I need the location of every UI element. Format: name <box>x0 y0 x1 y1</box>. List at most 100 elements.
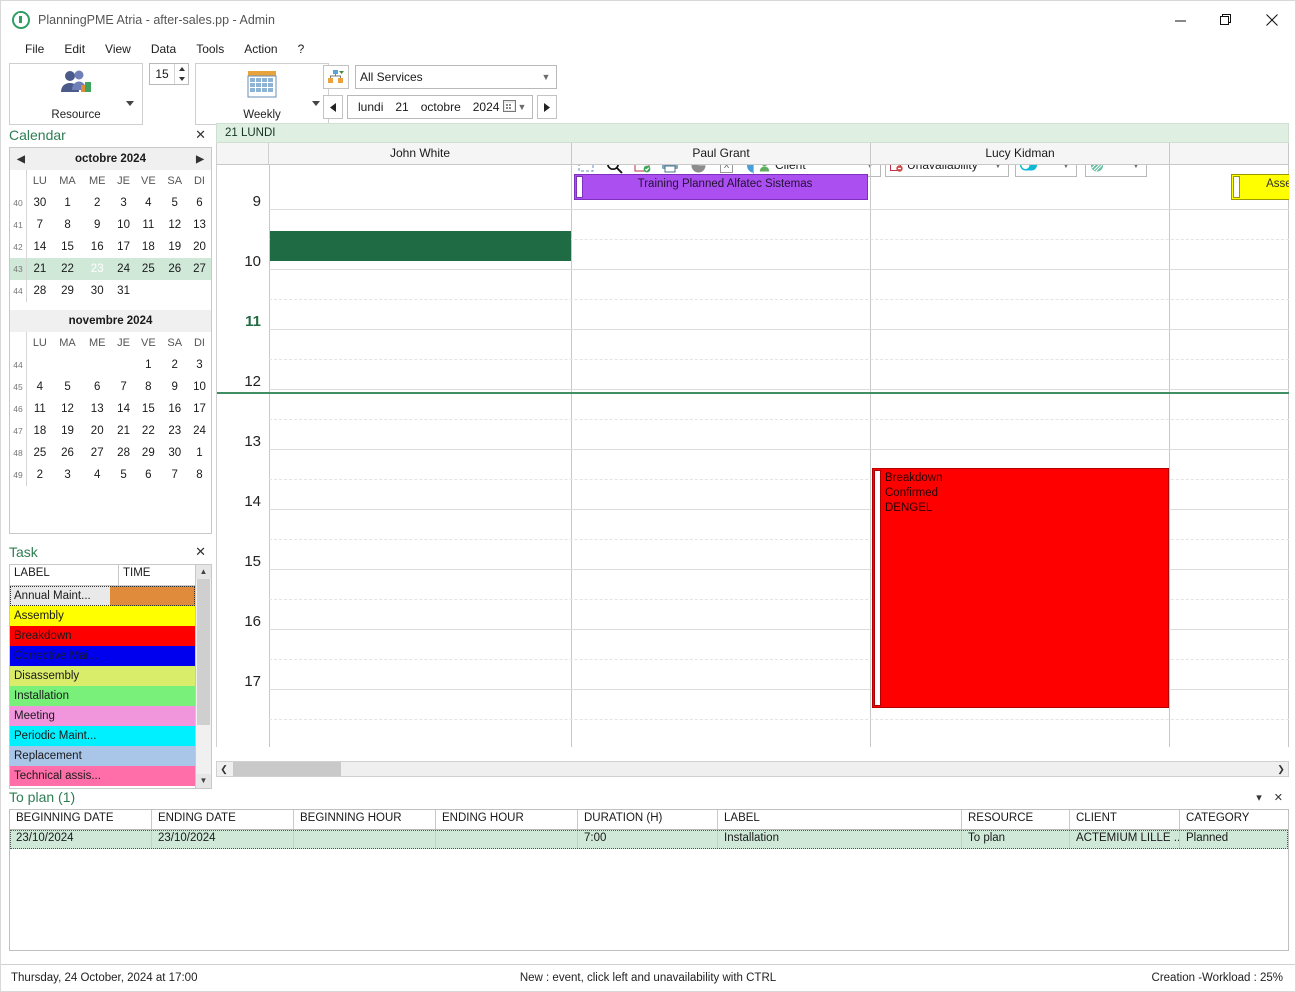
day-cell[interactable]: 6 <box>82 376 112 398</box>
menu-edit[interactable]: Edit <box>54 40 95 58</box>
day-cell[interactable]: 5 <box>112 464 135 486</box>
day-cell[interactable]: 25 <box>135 258 162 280</box>
col-label[interactable]: LABEL <box>718 810 962 829</box>
day-cell[interactable]: 24 <box>188 420 211 442</box>
day-cell[interactable]: 8 <box>135 376 161 398</box>
menu-help[interactable]: ? <box>288 40 315 58</box>
to-plan-collapse-icon[interactable]: ▾ <box>1256 791 1262 804</box>
col-ending-date[interactable]: ENDING DATE <box>152 810 294 829</box>
day-cell[interactable] <box>188 280 211 302</box>
to-plan-close-icon[interactable]: ✕ <box>1274 791 1283 804</box>
day-cell[interactable] <box>82 354 112 376</box>
day-cell[interactable]: 14 <box>112 398 135 420</box>
day-cell[interactable] <box>27 354 53 376</box>
scrollbar-thumb[interactable] <box>233 762 341 776</box>
resource-button[interactable]: Resource <box>10 64 142 124</box>
col-category[interactable]: CATEGORY <box>1180 810 1286 829</box>
row-height-stepper[interactable]: 15 <box>149 63 189 85</box>
day-cell[interactable] <box>135 280 161 302</box>
task-list-item[interactable]: Corrective Mai... <box>10 646 195 666</box>
event-green-block[interactable] <box>270 231 571 261</box>
day-cell[interactable]: 21 <box>112 420 135 442</box>
day-cell[interactable]: 27 <box>82 442 112 464</box>
scroll-right-icon[interactable]: ❯ <box>1274 764 1288 775</box>
day-cell[interactable]: 16 <box>162 398 188 420</box>
day-cell[interactable]: 13 <box>82 398 112 420</box>
day-cell[interactable]: 20 <box>82 420 112 442</box>
day-cell[interactable]: 15 <box>53 236 83 258</box>
day-cell[interactable]: 19 <box>162 236 188 258</box>
day-cell[interactable]: 21 <box>26 258 53 280</box>
task-list-item[interactable]: Installation <box>10 686 195 706</box>
day-cell[interactable]: 26 <box>161 258 188 280</box>
day-cell[interactable]: 29 <box>135 442 161 464</box>
org-filter-icon[interactable] <box>323 65 349 89</box>
day-cell[interactable]: 1 <box>188 442 211 464</box>
day-cell[interactable]: 11 <box>27 398 53 420</box>
day-cell[interactable]: 30 <box>82 280 112 302</box>
day-cell[interactable]: 12 <box>53 398 83 420</box>
task-list-item[interactable]: Meeting <box>10 706 195 726</box>
menu-file[interactable]: File <box>15 40 54 58</box>
task-list-item[interactable]: Assembly <box>10 606 195 626</box>
day-cell[interactable]: 5 <box>53 376 83 398</box>
menu-data[interactable]: Data <box>141 40 186 58</box>
day-cell[interactable]: 8 <box>53 214 83 236</box>
day-cell[interactable]: 10 <box>112 214 135 236</box>
day-cell[interactable]: 7 <box>112 376 135 398</box>
day-cell[interactable]: 12 <box>162 214 188 236</box>
stepper-down-icon[interactable] <box>175 74 188 84</box>
scrollbar-thumb[interactable] <box>197 579 210 725</box>
event-resize-handle[interactable] <box>576 176 583 198</box>
task-panel-close-icon[interactable]: ✕ <box>195 544 206 560</box>
event-resize-handle[interactable] <box>874 470 881 706</box>
event-breakdown[interactable]: Breakdown Confirmed DENGEL <box>872 468 1169 708</box>
day-cell[interactable]: 28 <box>27 280 53 302</box>
task-list-item[interactable]: Replacement <box>10 746 195 766</box>
day-cell[interactable]: 31 <box>112 280 135 302</box>
day-cell[interactable]: 4 <box>27 376 53 398</box>
day-cell[interactable]: 2 <box>162 354 188 376</box>
day-cell[interactable]: 19 <box>53 420 83 442</box>
task-list-item[interactable]: Disassembly <box>10 666 195 686</box>
date-picker[interactable]: lundi 21 octobre 2024 ▼ <box>347 95 533 119</box>
minimize-icon[interactable] <box>1157 1 1203 39</box>
day-cell[interactable]: 18 <box>27 420 53 442</box>
day-cell[interactable]: 9 <box>82 214 112 236</box>
day-cell[interactable]: 3 <box>188 354 211 376</box>
menu-view[interactable]: View <box>95 40 141 58</box>
col-resource[interactable]: RESOURCE <box>962 810 1070 829</box>
task-list-item[interactable]: Annual Maint... <box>10 586 195 606</box>
restore-icon[interactable] <box>1203 1 1249 39</box>
day-cell[interactable]: 30 <box>162 442 188 464</box>
resource-column-lucy-kidman[interactable]: Lucy Kidman <box>871 143 1170 164</box>
menu-action[interactable]: Action <box>234 40 287 58</box>
col-client[interactable]: CLIENT <box>1070 810 1180 829</box>
day-cell[interactable]: 1 <box>53 192 83 214</box>
next-day-button[interactable] <box>537 95 557 119</box>
day-cell[interactable]: 18 <box>135 236 161 258</box>
col-beginning-hour[interactable]: BEGINNING HOUR <box>294 810 436 829</box>
col-ending-hour[interactable]: ENDING HOUR <box>436 810 578 829</box>
day-cell[interactable]: 24 <box>112 258 136 280</box>
day-cell[interactable]: 20 <box>188 236 211 258</box>
calendar-picker-icon[interactable] <box>503 99 516 115</box>
calendar-panel-close-icon[interactable]: ✕ <box>195 127 206 143</box>
col-duration[interactable]: DURATION (H) <box>578 810 718 829</box>
day-cell[interactable]: 25 <box>27 442 53 464</box>
resource-column-partial[interactable] <box>1170 143 1289 164</box>
day-cell[interactable]: 6 <box>188 192 211 214</box>
day-cell[interactable] <box>112 354 135 376</box>
day-cell[interactable]: 28 <box>112 442 135 464</box>
day-cell[interactable]: 10 <box>188 376 211 398</box>
day-cell[interactable]: 7 <box>162 464 188 486</box>
day-cell[interactable]: 29 <box>53 280 83 302</box>
day-cell[interactable]: 2 <box>82 192 112 214</box>
day-cell[interactable]: 17 <box>112 236 135 258</box>
day-cell[interactable]: 4 <box>135 192 161 214</box>
day-cell[interactable]: 30 <box>27 192 53 214</box>
resource-column-john-white[interactable]: John White <box>269 143 572 164</box>
day-cell[interactable]: 3 <box>112 192 135 214</box>
day-cell[interactable]: 3 <box>53 464 83 486</box>
calendar-next-month-icon[interactable]: ▶ <box>189 154 211 165</box>
